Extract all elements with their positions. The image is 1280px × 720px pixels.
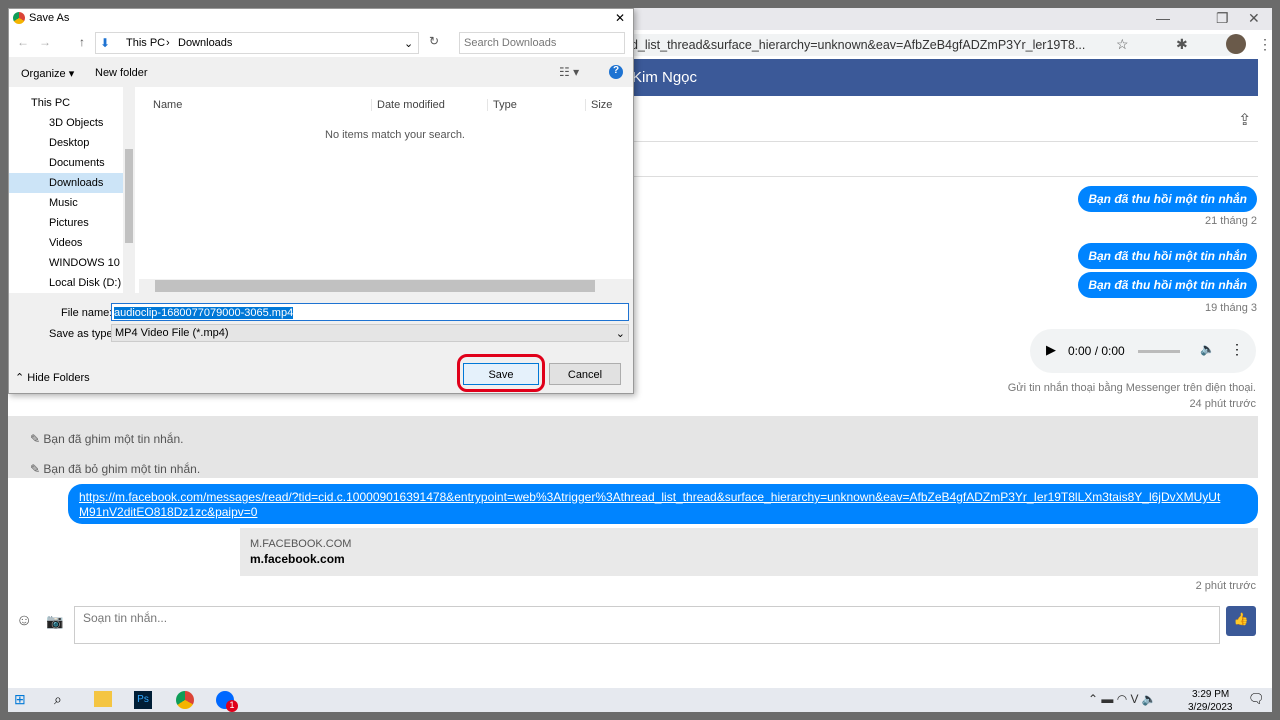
audio-time: 0:00 / 0:00 — [1068, 344, 1125, 358]
dialog-titlebar: Save As ✕ — [9, 9, 633, 29]
cancel-button[interactable]: Cancel — [549, 363, 621, 385]
new-folder-button[interactable]: New folder — [95, 67, 148, 79]
file-name-label: File name: — [61, 307, 113, 319]
tree-item[interactable]: WINDOWS 10 (C — [49, 257, 123, 269]
volume-icon[interactable]: 🔈 — [1200, 342, 1215, 356]
hide-folders-button[interactable]: ⌃ Hide Folders — [15, 371, 90, 384]
file-name-input[interactable]: audioclip-1680077079000-3065.mp4 — [111, 303, 629, 321]
audio-progress[interactable] — [1138, 350, 1180, 353]
organize-button[interactable]: Organize ▾ — [21, 67, 74, 80]
pin-notice: ✎ Bạn đã ghim một tin nhắn. — [30, 432, 184, 446]
restore-button[interactable]: ❐ — [1216, 10, 1229, 27]
message-time: 2 phút trước — [1195, 580, 1256, 592]
zalo-badge: 1 — [226, 700, 238, 712]
help-icon[interactable]: ? — [609, 65, 623, 79]
downloads-icon: ⬇ — [100, 36, 111, 50]
close-window-button[interactable]: ✕ — [1248, 10, 1260, 27]
chrome-icon — [13, 12, 25, 24]
column-date[interactable]: Date modified — [371, 99, 445, 111]
address-bar[interactable]: ad_list_thread&surface_hierarchy=unknown… — [618, 34, 1238, 56]
file-explorer-icon[interactable] — [94, 691, 112, 707]
menu-icon[interactable]: ⋮ — [1258, 36, 1272, 53]
tree-item[interactable]: Pictures — [49, 217, 89, 229]
up-icon[interactable]: ↑ — [79, 35, 85, 49]
tree-item[interactable]: Downloads — [49, 177, 103, 189]
chevron-down-icon[interactable]: ⌄ — [404, 37, 413, 50]
profile-avatar[interactable] — [1226, 34, 1246, 54]
star-icon[interactable]: ☆ — [1116, 36, 1129, 53]
column-type[interactable]: Type — [487, 99, 517, 111]
file-area: This PC 3D Objects Desktop Documents Dow… — [9, 87, 633, 293]
link-preview[interactable]: M.FACEBOOK.COM m.facebook.com — [240, 528, 1258, 576]
folder-tree: This PC 3D Objects Desktop Documents Dow… — [9, 87, 135, 293]
search-input[interactable]: Search Downloads — [459, 32, 625, 54]
dialog-navbar: ← → ↑ ⬇ This PC › Downloads ⌄ ↻ Search D… — [9, 29, 633, 57]
extensions-icon[interactable]: ✱ — [1176, 36, 1188, 53]
column-size[interactable]: Size — [585, 99, 612, 111]
tree-scrollbar[interactable] — [123, 87, 135, 293]
camera-icon[interactable]: 📷 — [46, 613, 63, 630]
save-type-select[interactable]: MP4 Video File (*.mp4) ⌄ — [111, 324, 629, 342]
audio-caption: Gửi tin nhắn thoại bằng Messenger trên đ… — [1007, 382, 1256, 394]
chrome-taskbar-icon[interactable] — [176, 691, 194, 709]
clock-time[interactable]: 3:29 PM — [1192, 689, 1229, 700]
tree-item[interactable]: Local Disk (D:) — [49, 277, 121, 289]
message-bubble[interactable]: Bạn đã thu hồi một tin nhắn — [1078, 186, 1257, 212]
play-icon[interactable]: ▶ — [1046, 342, 1056, 358]
taskbar: ⊞ ⌕ Ps 1 ⌃ ▬ ◠ V 🔈 3:29 PM 3/29/2023 🗨 — [8, 688, 1272, 712]
dialog-close-button[interactable]: ✕ — [615, 11, 625, 25]
like-button[interactable]: 👍 — [1226, 606, 1256, 636]
message-time: 24 phút trước — [1189, 398, 1256, 410]
highlight-annotation — [457, 354, 545, 392]
share-icon[interactable]: ⇪ — [1238, 110, 1251, 130]
unpin-notice: ✎ Bạn đã bỏ ghim một tin nhắn. — [30, 462, 201, 476]
emoji-icon[interactable]: ☺ — [16, 612, 32, 630]
message-bubble[interactable]: Bạn đã thu hồi một tin nhắn — [1078, 243, 1257, 269]
message-bubble[interactable]: Bạn đã thu hồi một tin nhắn — [1078, 272, 1257, 298]
empty-message: No items match your search. — [325, 129, 465, 141]
refresh-icon[interactable]: ↻ — [429, 34, 439, 48]
tray-icons[interactable]: ⌃ ▬ ◠ V 🔈 — [1088, 692, 1157, 706]
dialog-title: Save As — [29, 12, 70, 24]
tree-item[interactable]: Videos — [49, 237, 82, 249]
message-input[interactable]: Soạn tin nhắn... — [74, 606, 1220, 644]
system-messages: ✎ Bạn đã ghim một tin nhắn. ✎ Bạn đã bỏ … — [8, 416, 1258, 478]
screen: — ❐ ✕ ad_list_thread&surface_hierarchy=u… — [8, 8, 1272, 712]
tree-item[interactable]: This PC — [31, 97, 70, 109]
clock-date[interactable]: 3/29/2023 — [1188, 702, 1233, 712]
forward-icon[interactable]: → — [39, 35, 51, 49]
tree-item[interactable]: Documents — [49, 157, 105, 169]
save-type-label: Save as type: — [49, 328, 116, 340]
notifications-icon[interactable]: 🗨 — [1248, 691, 1265, 707]
minimize-button[interactable]: — — [1156, 10, 1170, 26]
tree-item[interactable]: 3D Objects — [49, 117, 103, 129]
column-name[interactable]: Name — [153, 99, 182, 111]
windows-start-icon[interactable]: ⊞ — [14, 691, 26, 708]
link-message[interactable]: https://m.facebook.com/messages/read/?ti… — [68, 484, 1258, 524]
photoshop-icon[interactable]: Ps — [134, 691, 152, 709]
breadcrumb[interactable]: ⬇ This PC › Downloads ⌄ — [95, 32, 419, 54]
back-icon[interactable]: ← — [17, 35, 29, 49]
view-icon[interactable]: ☷ ▾ — [559, 65, 579, 79]
message-time: 21 tháng 2 — [1205, 215, 1257, 227]
horizontal-scrollbar[interactable] — [139, 279, 633, 293]
search-icon[interactable]: ⌕ — [54, 691, 62, 708]
message-time: 19 tháng 3 — [1205, 302, 1257, 314]
contact-name: Kim Ngọc — [632, 69, 698, 86]
audio-player[interactable]: ▶ 0:00 / 0:00 🔈 ⋮ — [1030, 329, 1256, 373]
tree-item[interactable]: Music — [49, 197, 78, 209]
more-icon[interactable]: ⋮ — [1230, 341, 1244, 358]
save-as-dialog: Save As ✕ ← → ↑ ⬇ This PC › Downloads ⌄ … — [8, 8, 634, 394]
tree-item[interactable]: Desktop — [49, 137, 89, 149]
